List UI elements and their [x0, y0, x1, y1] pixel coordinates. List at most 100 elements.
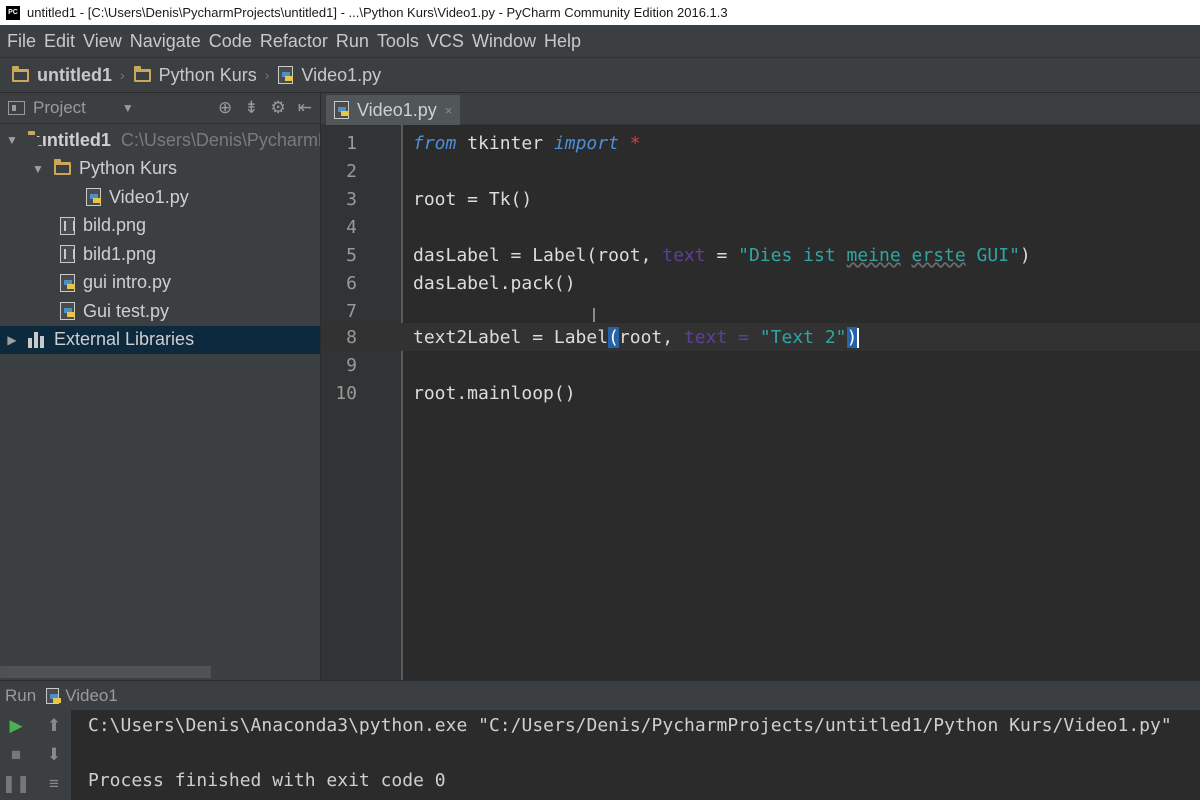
menu-help[interactable]: Help	[541, 31, 586, 52]
breadcrumb-item-folder[interactable]: Python Kurs	[133, 64, 257, 86]
tree-item-label: gui intro.py	[83, 272, 172, 293]
line-content[interactable]: root.mainloop()	[413, 383, 576, 404]
code-editor[interactable]: 1 from tkinter import * 2 3 root = Tk() …	[321, 125, 1200, 680]
run-panel-header: Run Video1	[0, 680, 1200, 710]
tree-item-label: External Libraries	[54, 329, 195, 350]
tree-item-label: bild.png	[83, 215, 147, 236]
menu-edit[interactable]: Edit	[41, 31, 80, 52]
arrow-up-icon[interactable]: ⬆	[42, 714, 66, 738]
keyword-token: import	[553, 132, 619, 154]
breadcrumb-item-project[interactable]: untitled1	[12, 65, 112, 86]
line-number: 1	[346, 132, 357, 154]
line-number: 3	[346, 188, 357, 210]
line-content[interactable]: dasLabel.pack()	[413, 273, 576, 294]
menu-tools[interactable]: Tools	[374, 31, 424, 52]
tree-item-video1[interactable]: Video1.py	[0, 183, 320, 212]
run-console[interactable]: C:\Users\Denis\Anaconda3\python.exe "C:/…	[72, 710, 1200, 800]
line-number: 7	[346, 300, 357, 322]
project-panel-header: Project ▼ ⊕ ⇟ ⚙ ⇤	[0, 93, 320, 124]
tree-item-label: Python Kurs	[79, 158, 178, 179]
run-icon[interactable]: ▶	[4, 714, 28, 738]
menu-file[interactable]: File	[4, 31, 41, 52]
param-token: text	[683, 326, 728, 348]
console-line: Process finished with exit code 0	[88, 770, 446, 791]
string-token: GUI"	[965, 244, 1020, 266]
string-token	[901, 245, 912, 266]
tree-item-gui-test[interactable]: Gui test.py	[0, 297, 320, 326]
project-panel-title[interactable]: Project	[33, 98, 86, 118]
run-config-label[interactable]: Video1	[65, 686, 118, 706]
tree-item-label: Video1.py	[109, 186, 189, 207]
tree-item-bild-png[interactable]: bild.png	[0, 212, 320, 241]
line-number: 6	[346, 272, 357, 294]
menu-refactor[interactable]: Refactor	[257, 31, 333, 52]
code-line[interactable]: 3 root = Tk()	[321, 185, 1200, 213]
code-line[interactable]: 10 root.mainloop()	[321, 379, 1200, 407]
scroll-from-source-icon[interactable]: ⊕	[218, 98, 232, 118]
tree-item-python-kurs[interactable]: ▼ Python Kurs	[0, 155, 320, 184]
pycharm-app-icon: PC	[6, 5, 20, 20]
tree-item-external-libraries[interactable]: ▶ External Libraries	[0, 325, 320, 354]
code-line[interactable]: 2	[321, 157, 1200, 185]
line-number: 2	[346, 160, 357, 182]
code-token: text2Label = Label	[413, 326, 609, 348]
mouse-ibeam-cursor	[593, 308, 595, 322]
line-number: 4	[346, 216, 357, 238]
soft-wrap-icon[interactable]: ≡	[42, 772, 66, 796]
code-token: dasLabel = Label(root,	[413, 244, 663, 266]
string-token: "Text 2"	[759, 326, 847, 348]
expand-arrow-icon[interactable]: ▼	[32, 162, 44, 176]
menu-bar: File Edit View Navigate Code Refactor Ru…	[0, 25, 1200, 57]
breadcrumb-label: Video1.py	[301, 64, 382, 85]
window-title: untitled1 - [C:\Users\Denis\PycharmProje…	[27, 5, 728, 20]
collapse-all-icon[interactable]: ⇟	[244, 98, 258, 118]
code-line[interactable]: 7	[321, 297, 1200, 325]
line-content[interactable]: root = Tk()	[413, 189, 532, 210]
code-line-current[interactable]: 8 text2Label = Label(root, text = "Text …	[321, 323, 1200, 351]
console-line: C:\Users\Denis\Anaconda3\python.exe "C:/…	[88, 715, 1172, 736]
chevron-right-icon: ›	[120, 67, 125, 83]
tree-item-gui-intro[interactable]: gui intro.py	[0, 269, 320, 298]
tree-item-untitled1[interactable]: ▼ untitled1 C:\Users\Denis\PycharmProjec…	[0, 126, 320, 155]
menu-vcs[interactable]: VCS	[424, 31, 469, 52]
pause-icon[interactable]: ❚❚	[2, 772, 31, 796]
line-content[interactable]: from tkinter import *	[413, 133, 641, 154]
line-number: 8	[346, 326, 357, 348]
expand-arrow-icon[interactable]: ▼	[6, 133, 18, 147]
code-line[interactable]: 1 from tkinter import *	[321, 129, 1200, 157]
gear-icon[interactable]: ⚙	[271, 98, 286, 118]
tab-video1[interactable]: Video1.py ×	[326, 95, 461, 125]
code-token: *	[618, 132, 641, 154]
code-line[interactable]: 9	[321, 351, 1200, 379]
run-panel-label[interactable]: Run	[5, 686, 36, 706]
line-content[interactable]: text2Label = Label(root, text = "Text 2"…	[413, 326, 860, 348]
tree-item-bild1-png[interactable]: bild1.png	[0, 240, 320, 269]
code-line[interactable]: 5 dasLabel = Label(root, text = "Dies is…	[321, 241, 1200, 269]
horizontal-scrollbar[interactable]	[0, 666, 211, 678]
breadcrumb-label: untitled1	[37, 64, 112, 85]
close-icon[interactable]: ×	[445, 103, 453, 118]
title-bar: PC untitled1 - [C:\Users\Denis\PycharmPr…	[0, 0, 1200, 25]
menu-run[interactable]: Run	[333, 31, 374, 52]
menu-navigate[interactable]: Navigate	[127, 31, 206, 52]
arrow-down-icon[interactable]: ⬇	[42, 743, 66, 767]
editor-tab-bar: Video1.py ×	[321, 93, 1200, 125]
breadcrumb-item-file[interactable]: Video1.py	[278, 65, 381, 86]
dropdown-arrow-icon[interactable]: ▼	[122, 101, 134, 115]
code-token: =	[727, 326, 760, 348]
breadcrumb-label: Python Kurs	[158, 64, 257, 85]
run-toolbar: ▶ ⬆ ■ ⬇ ❚❚ ≡	[0, 710, 72, 800]
matched-paren: (	[608, 326, 619, 348]
expand-arrow-icon[interactable]: ▶	[6, 333, 18, 347]
code-line[interactable]: 4	[321, 213, 1200, 241]
menu-window[interactable]: Window	[469, 31, 541, 52]
line-number: 9	[346, 354, 357, 376]
menu-code[interactable]: Code	[206, 31, 257, 52]
folder-icon	[133, 65, 151, 82]
code-line[interactable]: 6 dasLabel.pack()	[321, 269, 1200, 297]
menu-view[interactable]: View	[80, 31, 127, 52]
hide-panel-icon[interactable]: ⇤	[298, 98, 312, 118]
line-content[interactable]: dasLabel = Label(root, text = "Dies ist …	[413, 245, 1031, 266]
stop-icon[interactable]: ■	[4, 743, 28, 767]
tab-label: Video1.py	[357, 99, 437, 120]
